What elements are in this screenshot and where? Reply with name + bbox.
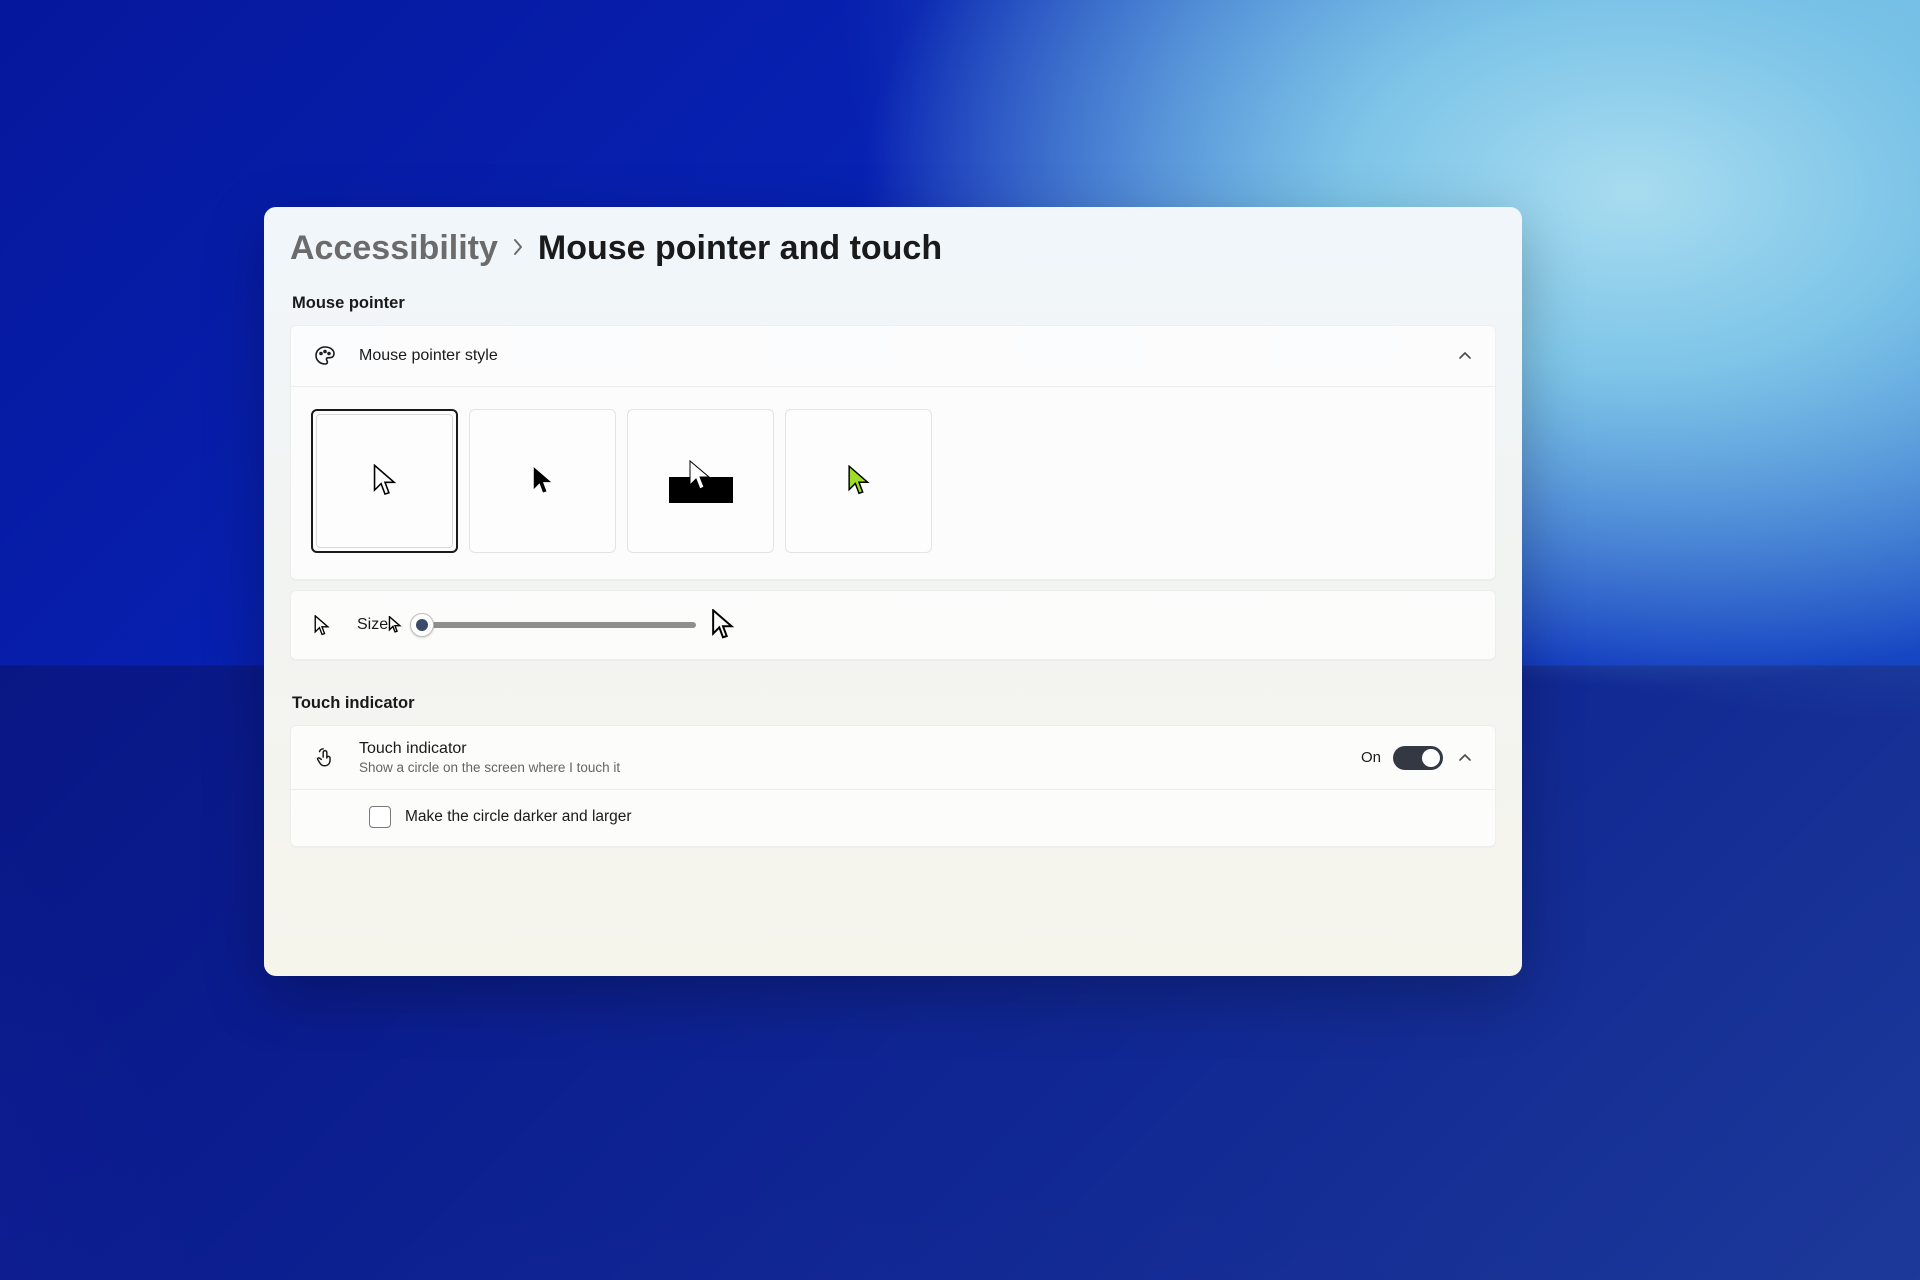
touch-indicator-card: Touch indicator Show a circle on the scr… xyxy=(290,725,1496,847)
touch-darker-larger-row[interactable]: Make the circle darker and larger xyxy=(291,790,1495,846)
touch-darker-larger-label: Make the circle darker and larger xyxy=(405,808,632,826)
slider-thumb[interactable] xyxy=(410,613,434,637)
cursor-max-icon xyxy=(710,609,736,641)
touch-icon xyxy=(313,746,337,770)
pointer-size-card: Size xyxy=(290,590,1496,660)
pointer-style-white[interactable] xyxy=(311,409,458,553)
section-heading-touch-indicator: Touch indicator xyxy=(292,694,1494,713)
palette-icon xyxy=(313,344,337,368)
toggle-knob xyxy=(1422,749,1440,767)
pointer-style-black[interactable] xyxy=(469,409,616,553)
settings-panel: Accessibility Mouse pointer and touch Mo… xyxy=(264,207,1522,976)
chevron-up-icon xyxy=(1457,348,1473,364)
breadcrumb-parent[interactable]: Accessibility xyxy=(290,229,498,268)
cursor-black-icon xyxy=(531,466,555,496)
cursor-custom-color-icon xyxy=(846,465,872,497)
touch-darker-larger-checkbox[interactable] xyxy=(369,806,391,828)
cursor-small-icon xyxy=(313,615,333,635)
touch-indicator-text: Touch indicator Show a circle on the scr… xyxy=(359,740,620,775)
section-heading-mouse-pointer: Mouse pointer xyxy=(292,294,1494,313)
pointer-style-tiles xyxy=(291,387,1495,579)
pointer-size-row: Size xyxy=(291,591,1495,659)
cursor-min-icon xyxy=(388,616,402,634)
mouse-pointer-style-row[interactable]: Mouse pointer style xyxy=(291,326,1495,387)
chevron-up-icon xyxy=(1457,750,1473,766)
pointer-size-slider-group xyxy=(388,609,736,641)
pointer-style-custom[interactable] xyxy=(785,409,932,553)
toggle-state-label: On xyxy=(1361,749,1381,766)
pointer-style-inverted[interactable] xyxy=(627,409,774,553)
page-title: Mouse pointer and touch xyxy=(538,229,942,268)
touch-indicator-title: Touch indicator xyxy=(359,740,620,758)
touch-indicator-toggle[interactable] xyxy=(1393,746,1443,770)
mouse-pointer-style-label: Mouse pointer style xyxy=(359,347,498,365)
chevron-right-icon xyxy=(512,238,524,256)
cursor-inverted-icon xyxy=(666,457,736,505)
mouse-pointer-style-card: Mouse pointer style xyxy=(290,325,1496,580)
pointer-size-label: Size xyxy=(357,616,388,634)
breadcrumb: Accessibility Mouse pointer and touch xyxy=(290,229,1496,268)
cursor-white-icon xyxy=(371,464,399,498)
pointer-size-slider[interactable] xyxy=(416,622,696,628)
touch-indicator-row[interactable]: Touch indicator Show a circle on the scr… xyxy=(291,726,1495,790)
touch-indicator-subtitle: Show a circle on the screen where I touc… xyxy=(359,760,620,775)
